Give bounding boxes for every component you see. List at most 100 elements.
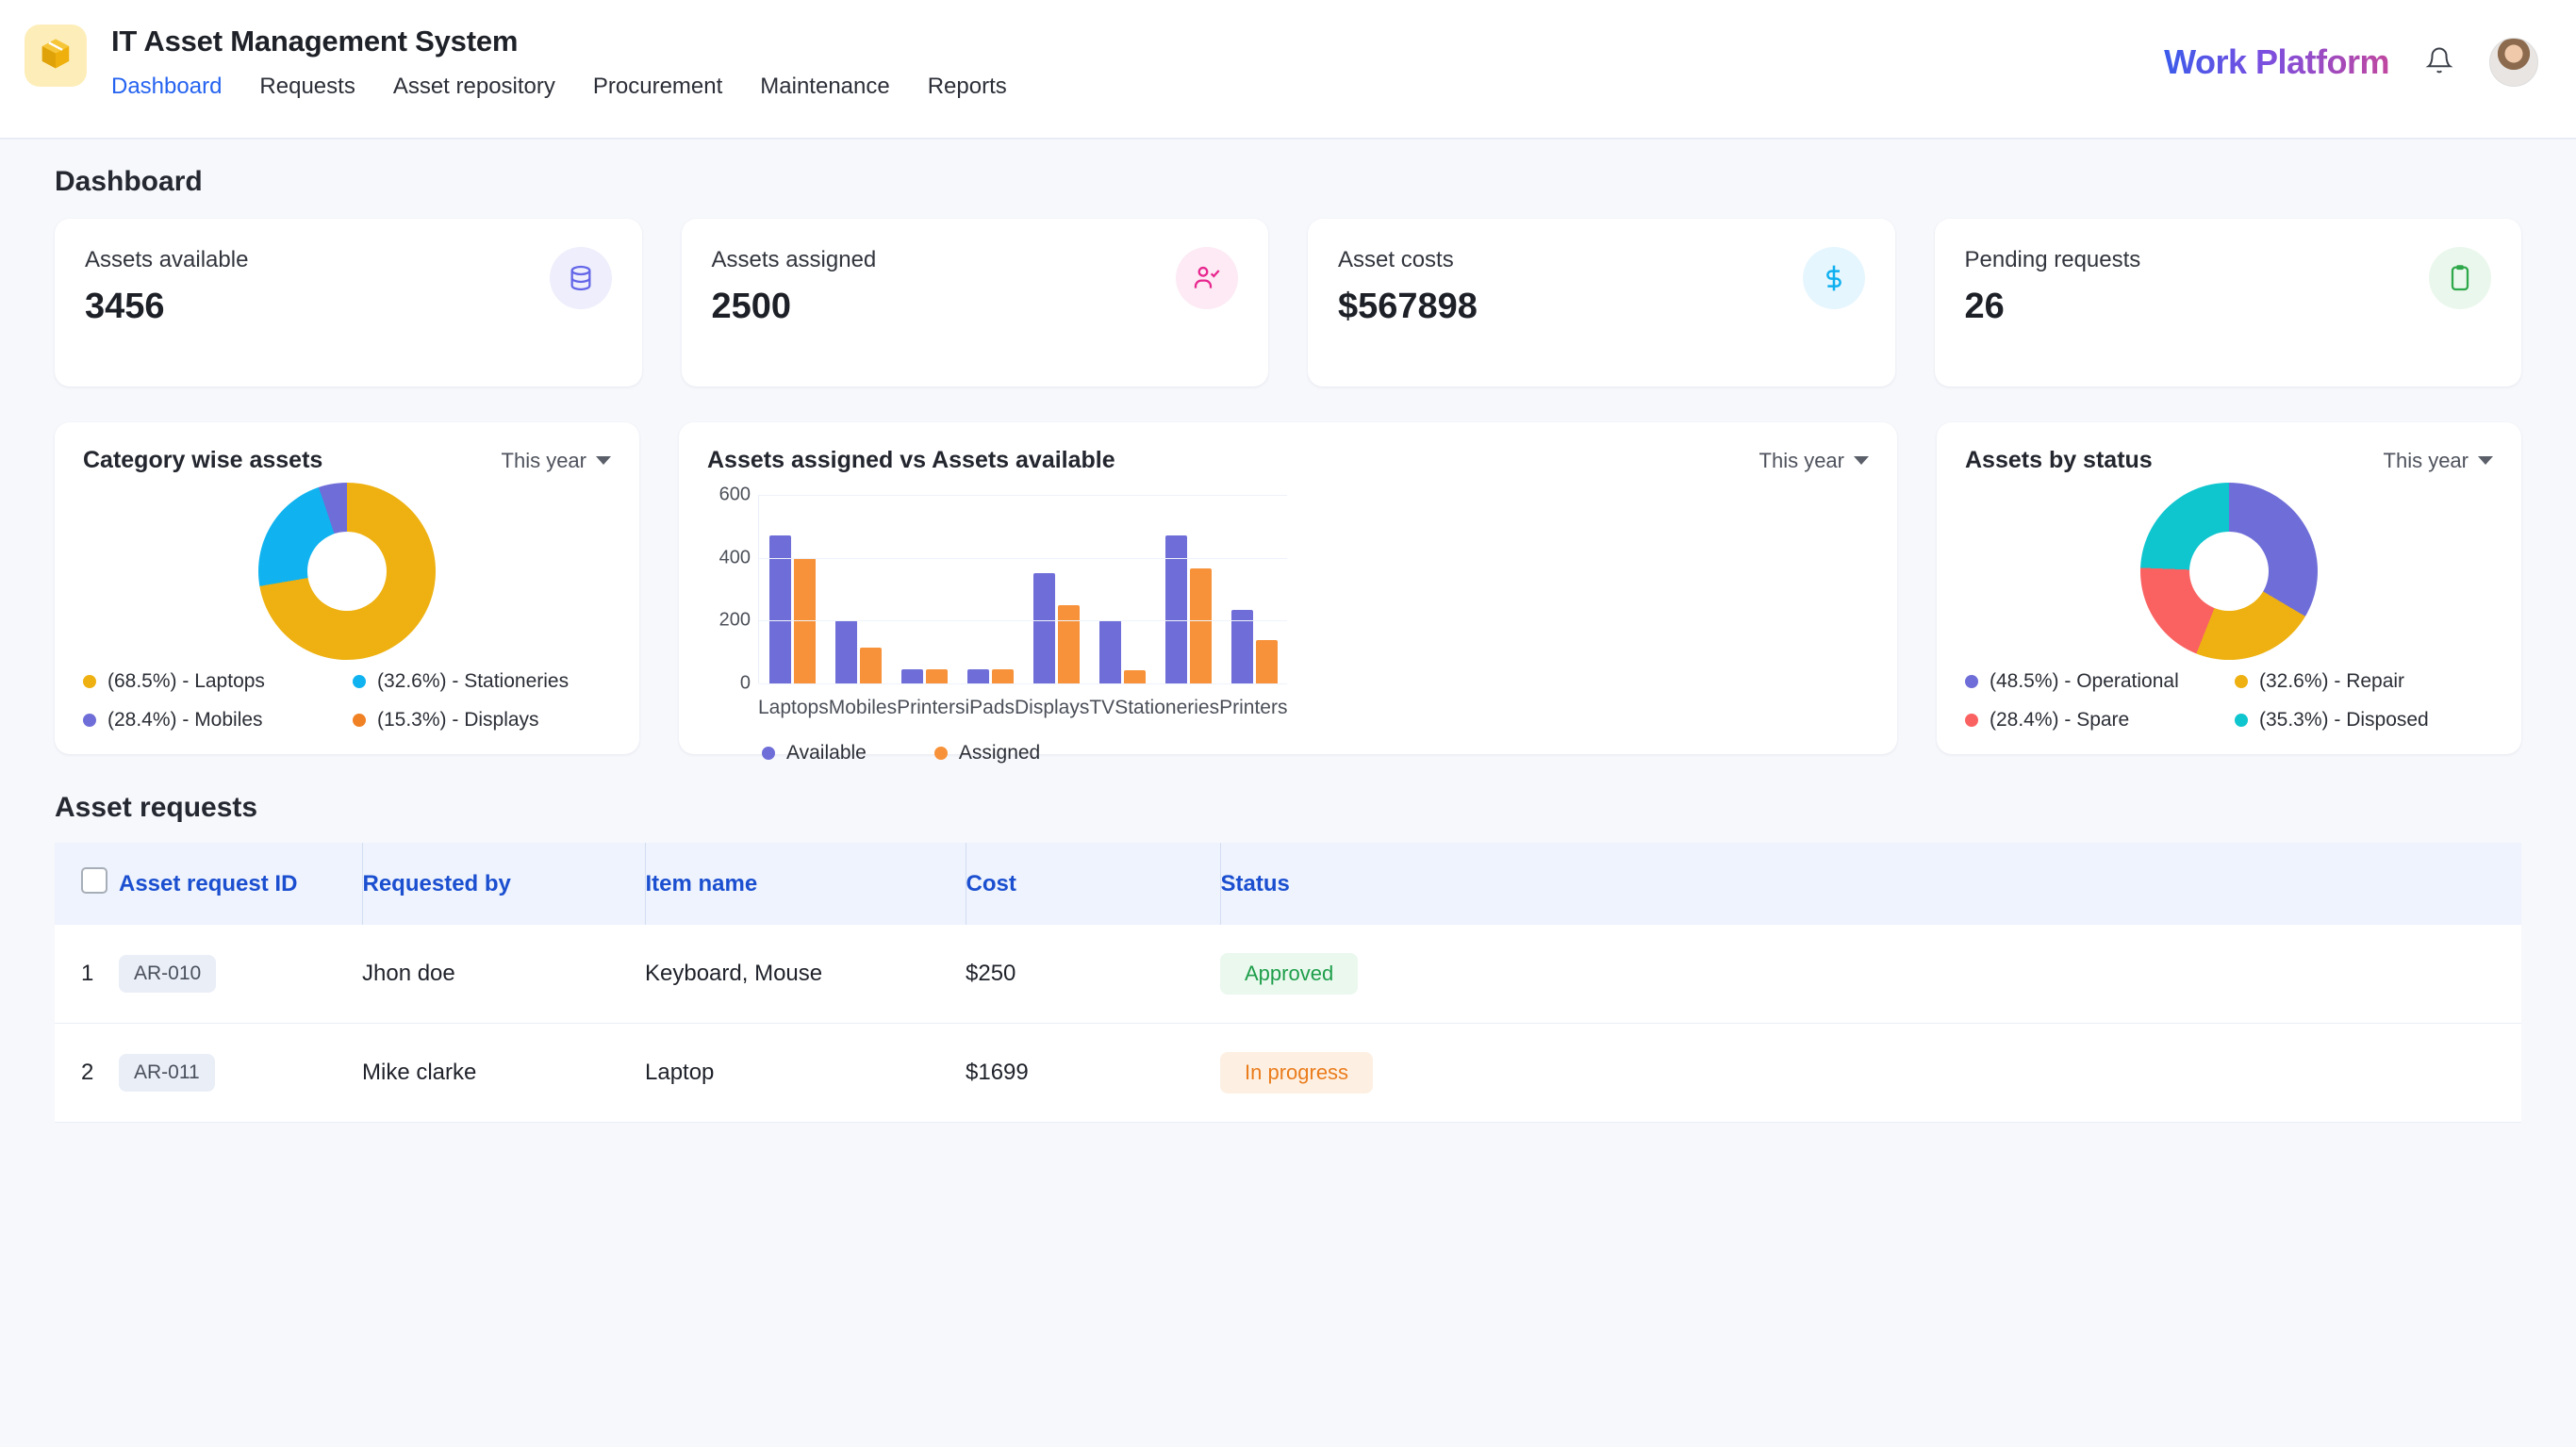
chart-header: Category wise assets This year bbox=[83, 447, 611, 474]
header-actions: Work Platform bbox=[2164, 21, 2538, 87]
table-row[interactable]: 1 AR-010 Jhon doe Keyboard, Mouse $250 A… bbox=[55, 925, 2521, 1024]
column-header-cost[interactable]: Cost bbox=[966, 843, 1220, 925]
nav-item-asset-repository[interactable]: Asset repository bbox=[393, 74, 555, 100]
y-axis-tick: 200 bbox=[719, 610, 751, 632]
row-status: In progress bbox=[1220, 1024, 2521, 1123]
asset-requests-table: Asset request ID Requested by Item name … bbox=[55, 843, 2521, 1123]
column-header-item-name[interactable]: Item name bbox=[645, 843, 966, 925]
database-icon bbox=[550, 247, 612, 309]
app-title: IT Asset Management System bbox=[111, 25, 1007, 58]
avatar[interactable] bbox=[2489, 38, 2538, 87]
chart-title: Assets assigned vs Assets available bbox=[707, 447, 1115, 474]
legend-color-dot bbox=[2235, 714, 2248, 727]
row-cost: $1699 bbox=[966, 1024, 1220, 1123]
donut-chart-wrap bbox=[83, 476, 611, 666]
bar-chart-area: 0200400600 LaptopsMobilesPrintersiPadsDi… bbox=[707, 489, 1869, 719]
nav-item-requests[interactable]: Requests bbox=[259, 74, 355, 100]
main-nav: Dashboard Requests Asset repository Proc… bbox=[111, 74, 1007, 100]
legend-label: (35.3%) - Disposed bbox=[2259, 709, 2429, 732]
nav-item-reports[interactable]: Reports bbox=[928, 74, 1007, 100]
assets-assigned-vs-available-card: Assets assigned vs Assets available This… bbox=[679, 422, 1897, 754]
nav-item-procurement[interactable]: Procurement bbox=[593, 74, 722, 100]
column-header-requested-by[interactable]: Requested by bbox=[362, 843, 645, 925]
stat-card-assets-available[interactable]: Assets available 3456 bbox=[55, 219, 642, 386]
legend-item: Assigned bbox=[934, 742, 1040, 765]
legend-color-dot bbox=[1965, 675, 1978, 688]
x-axis-tick: Stationeries bbox=[1115, 697, 1219, 719]
period-selector-bar[interactable]: This year bbox=[1759, 449, 1869, 473]
donut-chart-wrap bbox=[1965, 476, 2493, 666]
legend-color-dot bbox=[2235, 675, 2248, 688]
stat-value: 3456 bbox=[85, 287, 248, 327]
row-item-name: Keyboard, Mouse bbox=[645, 925, 966, 1024]
bell-icon[interactable] bbox=[2425, 46, 2453, 79]
x-axis-tick: Mobiles bbox=[829, 697, 897, 719]
row-index: 2 bbox=[55, 1024, 119, 1123]
bar-available[interactable] bbox=[967, 669, 989, 683]
legend-label: (28.4%) - Mobiles bbox=[107, 709, 263, 732]
bar-assigned[interactable] bbox=[1124, 670, 1146, 683]
plot-area bbox=[758, 495, 1287, 683]
category-wise-assets-card: Category wise assets This year (68.5%) -… bbox=[55, 422, 639, 754]
legend-item: (15.3%) - Displays bbox=[353, 709, 611, 732]
bar-assigned[interactable] bbox=[1190, 568, 1212, 683]
table-row[interactable]: 2 AR-011 Mike clarke Laptop $1699 In pro… bbox=[55, 1024, 2521, 1123]
bar-assigned[interactable] bbox=[992, 669, 1014, 683]
stat-value: $567898 bbox=[1338, 287, 1478, 327]
chevron-down-icon bbox=[596, 456, 611, 465]
period-selector-category[interactable]: This year bbox=[502, 449, 611, 473]
stat-card-assets-assigned[interactable]: Assets assigned 2500 bbox=[682, 219, 1269, 386]
legend-color-dot bbox=[1965, 714, 1978, 727]
y-axis-tick: 400 bbox=[719, 547, 751, 568]
row-asset-request-id: AR-011 bbox=[119, 1024, 362, 1123]
period-selector-status[interactable]: This year bbox=[2384, 449, 2493, 473]
y-axis-tick: 0 bbox=[740, 673, 751, 695]
box-package-icon bbox=[38, 36, 74, 76]
column-header-asset-request-id[interactable]: Asset request ID bbox=[119, 843, 362, 925]
bar-available[interactable] bbox=[901, 669, 923, 683]
bar-available[interactable] bbox=[1033, 573, 1055, 683]
brand-block: IT Asset Management System Dashboard Req… bbox=[111, 21, 1007, 100]
legend-item: (28.4%) - Spare bbox=[1965, 709, 2223, 732]
donut-chart-category bbox=[258, 483, 436, 660]
x-axis-tick: Displays bbox=[1015, 697, 1089, 719]
legend-label: (48.5%) - Operational bbox=[1990, 670, 2179, 693]
column-header-status[interactable]: Status bbox=[1220, 843, 2521, 925]
bar-available[interactable] bbox=[835, 620, 857, 683]
stat-card-pending-requests[interactable]: Pending requests 26 bbox=[1935, 219, 2522, 386]
period-label: This year bbox=[502, 449, 586, 473]
stat-label: Pending requests bbox=[1965, 247, 2141, 273]
asset-id-chip: AR-011 bbox=[119, 1054, 215, 1092]
user-check-icon bbox=[1176, 247, 1238, 309]
row-index: 1 bbox=[55, 925, 119, 1024]
nav-item-dashboard[interactable]: Dashboard bbox=[111, 74, 222, 100]
x-axis-tick: iPads bbox=[965, 697, 1015, 719]
bar-assigned[interactable] bbox=[860, 648, 882, 683]
bar-group bbox=[1099, 495, 1146, 683]
y-axis-tick: 600 bbox=[719, 485, 751, 506]
nav-item-maintenance[interactable]: Maintenance bbox=[760, 74, 889, 100]
stat-label: Assets available bbox=[85, 247, 248, 273]
legend-label: (15.3%) - Displays bbox=[377, 709, 539, 732]
row-cost: $250 bbox=[966, 925, 1220, 1024]
row-item-name: Laptop bbox=[645, 1024, 966, 1123]
bar-group bbox=[1033, 495, 1080, 683]
bar-assigned[interactable] bbox=[926, 669, 948, 683]
bar-available[interactable] bbox=[1099, 620, 1121, 683]
select-all-checkbox[interactable] bbox=[81, 867, 107, 894]
asset-requests-title: Asset requests bbox=[55, 792, 2521, 824]
row-asset-request-id: AR-010 bbox=[119, 925, 362, 1024]
bar-group bbox=[835, 495, 882, 683]
stat-value: 26 bbox=[1965, 287, 2141, 327]
legend-color-dot bbox=[83, 714, 96, 727]
stat-card-asset-costs[interactable]: Asset costs $567898 bbox=[1308, 219, 1895, 386]
bar-group bbox=[967, 495, 1014, 683]
chart-legend-bar: Available Assigned bbox=[707, 742, 1869, 765]
bar-group bbox=[901, 495, 948, 683]
bar-assigned[interactable] bbox=[1058, 605, 1080, 683]
bar-assigned[interactable] bbox=[1256, 640, 1278, 683]
chart-title: Assets by status bbox=[1965, 447, 2153, 474]
legend-color-dot bbox=[762, 747, 775, 760]
legend-label: (68.5%) - Laptops bbox=[107, 670, 265, 693]
grid-line bbox=[759, 558, 1287, 559]
